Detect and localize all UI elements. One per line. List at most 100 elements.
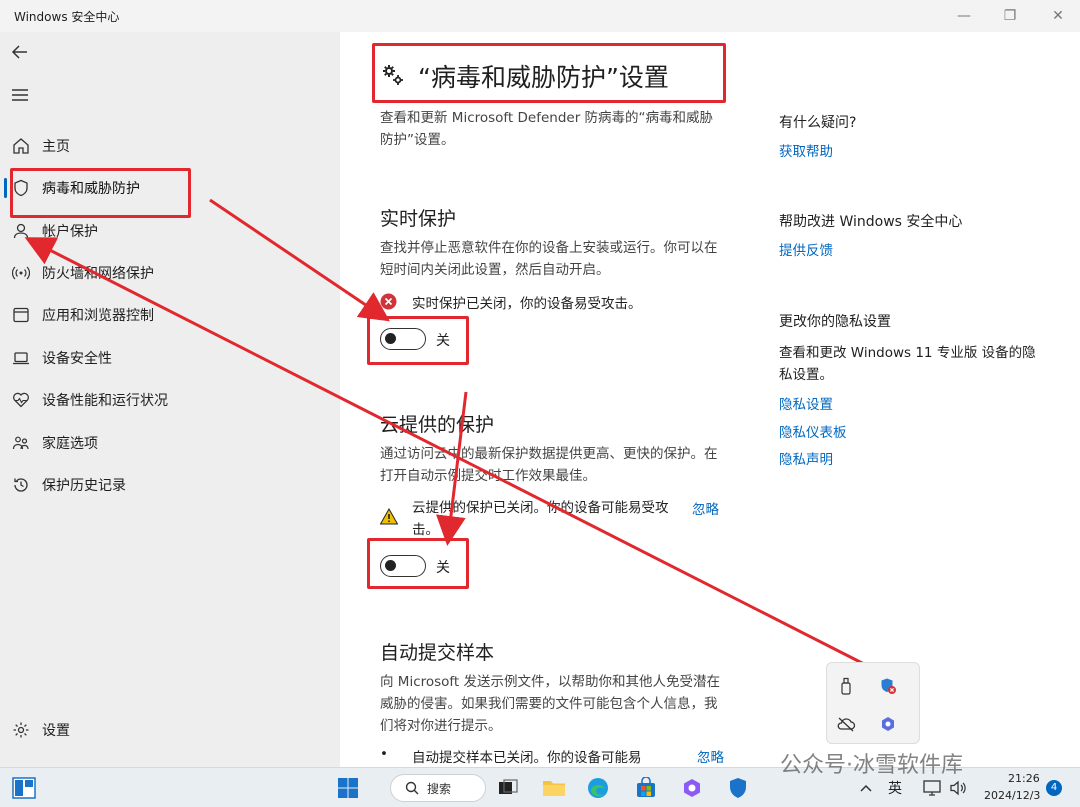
- cloud-dismiss-link[interactable]: 忽略: [692, 498, 719, 518]
- sidebar-item-history[interactable]: 保护历史记录: [0, 467, 330, 503]
- sidebar-item-account[interactable]: 帐户保护: [0, 213, 330, 249]
- task-view-button[interactable]: [494, 774, 522, 802]
- close-button[interactable]: ✕: [1038, 4, 1078, 28]
- sidebar-item-label: 帐户保护: [42, 224, 98, 240]
- help-title: 有什么疑问?: [779, 115, 857, 131]
- sample-dismiss-link[interactable]: 忽略: [697, 746, 724, 766]
- sidebar-item-device-security[interactable]: 设备安全性: [0, 340, 330, 376]
- taskbar-search[interactable]: 搜索: [390, 774, 486, 802]
- copilot-button[interactable]: [678, 774, 706, 802]
- main-content: “病毒和威胁防护”设置 查看和更新 Microsoft Defender 防病毒…: [340, 32, 1080, 767]
- get-help-link[interactable]: 获取帮助: [779, 140, 833, 160]
- laptop-icon: [10, 347, 32, 369]
- sidebar-item-firewall[interactable]: 防火墙和网络保护: [0, 255, 330, 291]
- start-button[interactable]: [334, 774, 362, 802]
- privacy-title: 更改你的隐私设置: [779, 314, 891, 330]
- minimize-button[interactable]: —: [944, 4, 984, 28]
- cloud-description: 通过访问云中的最新保护数据提供更高、更快的保护。在打开自动示例提交时工作效果最佳…: [380, 446, 718, 484]
- clock-date[interactable]: 2024/12/3: [984, 789, 1040, 802]
- edge-icon: [588, 778, 608, 798]
- history-icon: [10, 474, 32, 496]
- copilot-icon: [684, 779, 700, 797]
- realtime-section-title: 实时保护: [380, 208, 457, 230]
- sample-description: 向 Microsoft 发送示例文件，以帮助你和其他人免受潜在威胁的侵害。如果我…: [380, 674, 721, 734]
- monitor-network-icon: [923, 780, 941, 796]
- realtime-description: 查找并停止恶意软件在你的设备上安装或运行。你可以在短时间内关闭此设置，然后自动开…: [380, 240, 718, 278]
- active-indicator: [4, 178, 7, 198]
- search-icon: [405, 781, 419, 795]
- app-title: Windows 安全中心: [14, 10, 120, 24]
- title-bar: Windows 安全中心 — ❐ ✕: [0, 0, 1080, 32]
- app-window-icon: [10, 304, 32, 326]
- sidebar-item-label: 应用和浏览器控制: [42, 308, 154, 324]
- warning-icon: [379, 507, 399, 526]
- sidebar-item-label: 设备性能和运行状况: [42, 393, 168, 409]
- sidebar-item-device-health[interactable]: 设备性能和运行状况: [0, 382, 330, 418]
- cloud-status: 云提供的保护已关闭。你的设备可能易受攻击。: [412, 500, 669, 538]
- back-button[interactable]: [10, 42, 34, 66]
- annotation-box-title: [372, 43, 726, 103]
- edge-button[interactable]: [584, 774, 612, 802]
- menu-button[interactable]: [10, 85, 34, 109]
- sample-status-bullet: •: [380, 746, 388, 762]
- sidebar-item-label: 保护历史记录: [42, 478, 126, 494]
- sidebar-item-family[interactable]: 家庭选项: [0, 425, 330, 461]
- annotation-box-sidebar: [10, 168, 191, 218]
- copilot-icon[interactable]: [877, 713, 899, 735]
- sample-section-title: 自动提交样本: [380, 642, 495, 664]
- improve-title: 帮助改进 Windows 安全中心: [779, 214, 963, 230]
- maximize-icon: ❐: [1003, 8, 1017, 24]
- sidebar-item-label: 设备安全性: [42, 351, 112, 367]
- sidebar-item-label: 主页: [42, 139, 70, 155]
- realtime-status: 实时保护已关闭，你的设备易受攻击。: [412, 296, 642, 312]
- sidebar: 主页 病毒和威胁防护 帐户保护 防火墙和网络保护 应用和浏览器控制 设备安全性 …: [0, 32, 340, 767]
- speaker-icon: [950, 780, 966, 796]
- watermark: 公众号·冰雪软件库: [780, 753, 963, 778]
- wifi-icon: [10, 262, 32, 284]
- annotation-box-cloud-toggle: [367, 538, 469, 589]
- windows-logo-icon: [338, 778, 358, 798]
- widgets-button[interactable]: [10, 774, 38, 802]
- file-explorer-button[interactable]: [540, 774, 568, 802]
- sidebar-item-label: 防火墙和网络保护: [42, 266, 154, 282]
- close-icon: ✕: [1052, 8, 1064, 24]
- cloud-section-title: 云提供的保护: [380, 414, 495, 436]
- back-arrow-icon: [11, 45, 27, 59]
- clock-time[interactable]: 21:26: [1008, 772, 1040, 785]
- tray-overflow-popup: [826, 662, 920, 744]
- chevron-up-icon: [860, 784, 872, 792]
- person-icon: [10, 220, 32, 242]
- sidebar-item-home[interactable]: 主页: [0, 128, 330, 164]
- feedback-link[interactable]: 提供反馈: [779, 239, 833, 259]
- sidebar-item-settings[interactable]: 设置: [0, 712, 330, 748]
- store-button[interactable]: [632, 774, 660, 802]
- usb-icon[interactable]: [835, 675, 857, 697]
- privacy-settings-link[interactable]: 隐私设置: [779, 393, 833, 413]
- error-icon: [380, 293, 398, 311]
- task-view-icon: [499, 779, 518, 794]
- notification-badge[interactable]: 4: [1046, 780, 1062, 796]
- privacy-dashboard-link[interactable]: 隐私仪表板: [779, 421, 847, 441]
- search-label: 搜索: [427, 781, 452, 796]
- page-description: 查看和更新 Microsoft Defender 防病毒的“病毒和威胁防护”设置…: [380, 110, 714, 148]
- shield-icon: [730, 778, 746, 798]
- gear-icon: [10, 719, 32, 741]
- privacy-statement-link[interactable]: 隐私声明: [779, 448, 833, 468]
- maximize-button[interactable]: ❐: [990, 4, 1030, 28]
- onedrive-off-icon[interactable]: [835, 713, 857, 735]
- heart-pulse-icon: [10, 389, 32, 411]
- minimize-icon: —: [957, 8, 971, 24]
- security-app-button[interactable]: [724, 774, 752, 802]
- sidebar-item-label: 家庭选项: [42, 436, 98, 452]
- home-icon: [10, 135, 32, 157]
- settings-label: 设置: [42, 723, 70, 739]
- sidebar-item-app-browser[interactable]: 应用和浏览器控制: [0, 297, 330, 333]
- hamburger-icon: [12, 89, 28, 101]
- annotation-box-realtime-toggle: [367, 316, 469, 365]
- ime-indicator[interactable]: 英: [888, 778, 902, 798]
- security-shield-error-icon[interactable]: [877, 675, 899, 697]
- folder-icon: [543, 781, 565, 796]
- store-icon: [637, 777, 655, 797]
- privacy-description: 查看和更改 Windows 11 专业版 设备的隐私设置。: [779, 345, 1036, 383]
- sample-status: 自动提交样本已关闭。你的设备可能易: [412, 750, 642, 766]
